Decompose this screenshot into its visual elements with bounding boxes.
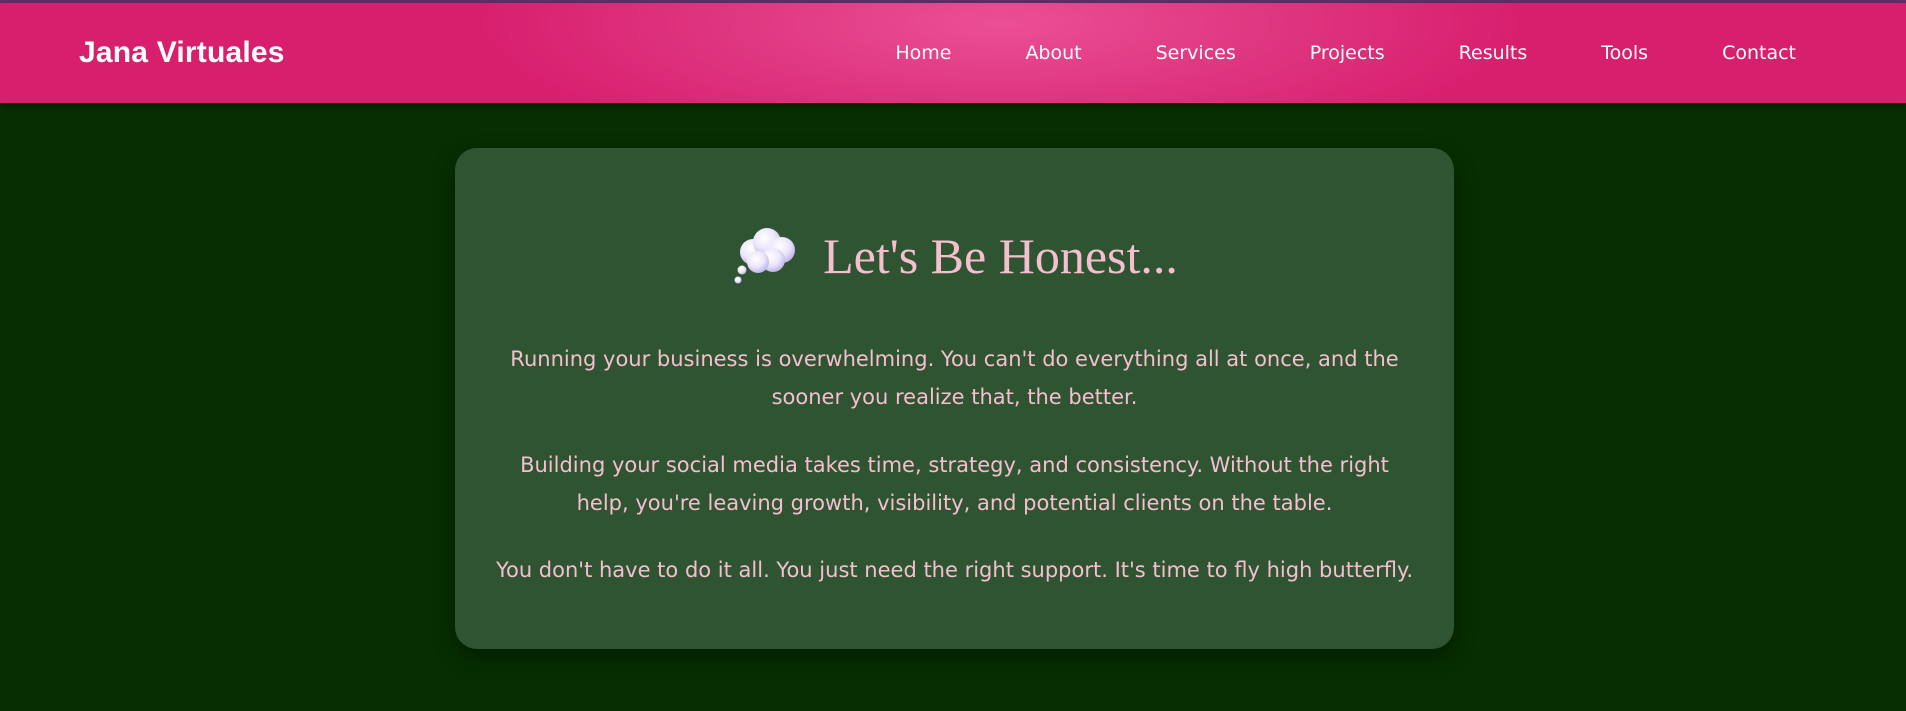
nav-projects[interactable]: Projects xyxy=(1310,42,1385,64)
site-header: Jana Virtuales Home About Services Proje… xyxy=(0,3,1906,103)
nav-results[interactable]: Results xyxy=(1459,42,1528,64)
card-paragraph-3: You don't have to do it all. You just ne… xyxy=(495,558,1414,582)
thought-bubble-icon xyxy=(731,224,799,288)
honest-card: Let's Be Honest... Running your business… xyxy=(455,148,1454,649)
nav-contact[interactable]: Contact xyxy=(1722,42,1796,64)
nav-services[interactable]: Services xyxy=(1156,42,1236,64)
site-logo[interactable]: Jana Virtuales xyxy=(79,36,285,70)
card-title: Let's Be Honest... xyxy=(823,228,1178,284)
nav-tools[interactable]: Tools xyxy=(1601,42,1648,64)
card-heading: Let's Be Honest... xyxy=(455,224,1454,288)
main-nav: Home About Services Projects Results Too… xyxy=(895,42,1796,64)
nav-home[interactable]: Home xyxy=(895,42,951,64)
nav-about[interactable]: About xyxy=(1025,42,1081,64)
card-paragraph-1: Running your business is overwhelming. Y… xyxy=(510,347,1399,409)
card-paragraph-2: Building your social media takes time, s… xyxy=(520,453,1389,515)
